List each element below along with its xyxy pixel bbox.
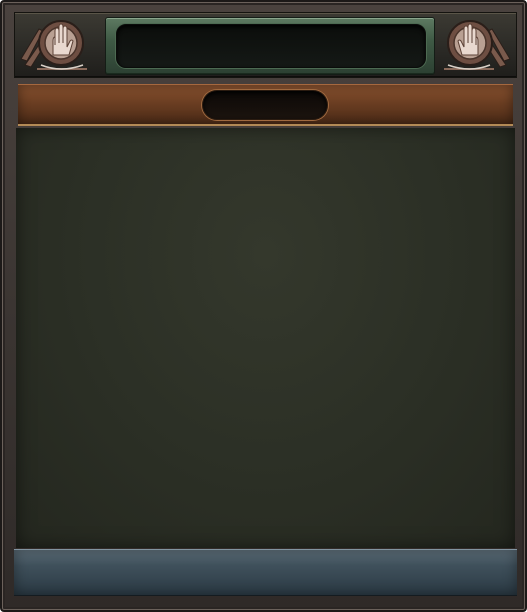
raised-hand-emblem-icon: [434, 15, 514, 75]
raised-hand-emblem-icon: [17, 15, 97, 75]
title-slot: [202, 90, 328, 120]
footer-text: [14, 550, 517, 595]
header-nameplate: [105, 17, 435, 75]
header-title-slot: [116, 24, 426, 68]
copper-title-bar: [18, 84, 513, 126]
main-content-area: [16, 128, 515, 548]
game-panel-frame: [0, 0, 527, 612]
footer-bar: [14, 549, 517, 596]
header-emblem-bar: [14, 12, 517, 78]
